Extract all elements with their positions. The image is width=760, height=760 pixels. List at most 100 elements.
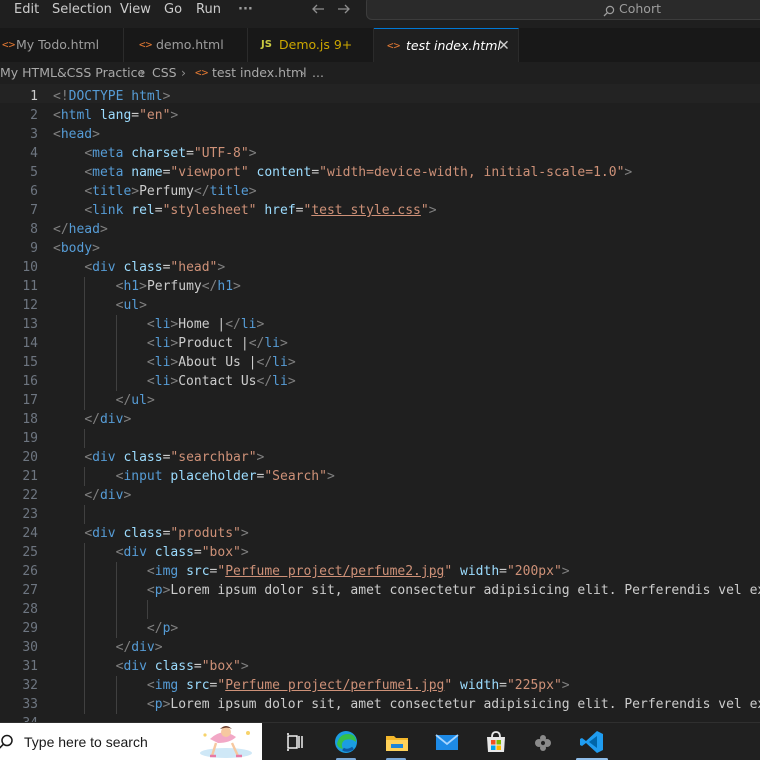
line-number: 7 — [30, 203, 38, 218]
html-file-icon: <> — [139, 38, 153, 51]
code-line[interactable]: <div class="box"> — [53, 543, 249, 562]
line-number: 16 — [22, 374, 38, 389]
breadcrumb-subfolder[interactable]: CSS — [152, 65, 177, 81]
indent-guide — [84, 429, 85, 448]
code-line[interactable]: <p>Lorem ipsum dolor sit, amet consectet… — [53, 695, 760, 714]
breadcrumb-file[interactable]: test index.html — [212, 65, 307, 81]
line-number: 14 — [22, 336, 38, 351]
html-file-icon: <> — [387, 39, 401, 52]
code-line[interactable]: <div class="head"> — [53, 258, 225, 277]
code-line[interactable]: <img src="Perfume project/perfume2.jpg" … — [53, 562, 570, 581]
code-line[interactable]: <html lang="en"> — [53, 106, 178, 125]
code-line[interactable]: <li>Product |</li> — [53, 334, 288, 353]
menu-selection[interactable]: Selection — [52, 1, 112, 19]
js-file-icon: JS — [261, 39, 272, 50]
code-line[interactable]: </p> — [53, 619, 178, 638]
forward-arrow-icon[interactable] — [337, 2, 351, 16]
microsoft-store-icon[interactable] — [481, 727, 511, 757]
line-number: 18 — [22, 412, 38, 427]
code-line[interactable]: <!DOCTYPE html> — [53, 87, 170, 106]
code-line[interactable]: <li>About Us |</li> — [53, 353, 296, 372]
chevron-right-icon: › — [181, 65, 186, 80]
code-line[interactable]: <link rel="stylesheet" href="test style.… — [53, 201, 436, 220]
code-line[interactable]: </head> — [53, 220, 108, 239]
close-icon[interactable]: ✕ — [498, 37, 510, 55]
title-bar: Edit Selection View Go Run ··· Cohort — [0, 0, 760, 28]
code-line[interactable]: <h1>Perfumy</h1> — [53, 277, 241, 296]
code-line[interactable]: <li>Home |</li> — [53, 315, 264, 334]
taskbar-search-placeholder: Type here to search — [24, 734, 148, 750]
line-number: 29 — [22, 621, 38, 636]
html-file-icon: <> — [195, 66, 209, 79]
vscode-window: { "menu": { "items": ["Edit", "Selection… — [0, 0, 760, 760]
windows-taskbar: Type here to search — [0, 722, 760, 760]
back-arrow-icon[interactable] — [311, 2, 325, 16]
line-number: 1 — [30, 89, 38, 104]
line-number: 8 — [30, 222, 38, 237]
line-number: 17 — [22, 393, 38, 408]
code-line[interactable]: <div class="box"> — [53, 657, 249, 676]
line-number: 25 — [22, 545, 38, 560]
tab-my-todo[interactable]: <> My Todo.html — [0, 28, 124, 62]
code-line[interactable]: <body> — [53, 239, 100, 258]
vscode-icon[interactable] — [577, 727, 607, 757]
task-view-icon[interactable] — [280, 727, 310, 757]
file-explorer-icon[interactable] — [382, 727, 412, 757]
indent-guide — [84, 600, 85, 619]
breadcrumb-more[interactable]: ... — [312, 65, 324, 81]
mail-icon[interactable] — [432, 727, 462, 757]
code-line[interactable]: <p>Lorem ipsum dolor sit, amet consectet… — [53, 581, 760, 600]
tab-demo-js[interactable]: JS Demo.js 9+ — [248, 28, 374, 62]
line-number: 28 — [22, 602, 38, 617]
search-highlight-illustration-icon — [196, 723, 262, 760]
indent-guide — [116, 600, 117, 619]
code-line[interactable]: <input placeholder="Search"> — [53, 467, 335, 486]
line-number: 9 — [30, 241, 38, 256]
menu-edit[interactable]: Edit — [14, 1, 39, 19]
tab-demo-html[interactable]: <> demo.html — [124, 28, 248, 62]
line-number: 31 — [22, 659, 38, 674]
tab-test-index[interactable]: <> test index.html ✕ — [374, 28, 519, 62]
code-line[interactable]: </div> — [53, 486, 131, 505]
menu-more[interactable]: ··· — [238, 1, 253, 19]
code-line[interactable]: <meta name="viewport" content="width=dev… — [53, 163, 632, 182]
line-number: 6 — [30, 184, 38, 199]
line-number: 13 — [22, 317, 38, 332]
chevron-right-icon: › — [140, 65, 145, 80]
code-line[interactable]: <meta charset="UTF-8"> — [53, 144, 256, 163]
code-line[interactable]: </div> — [53, 638, 163, 657]
edge-icon[interactable] — [331, 727, 361, 757]
tab-label: My Todo.html — [16, 37, 100, 52]
chevron-right-icon: › — [300, 65, 305, 80]
line-number: 2 — [30, 108, 38, 123]
taskbar-search-box[interactable]: Type here to search — [0, 723, 262, 760]
menu-go[interactable]: Go — [164, 1, 182, 19]
code-line[interactable]: <title>Perfumy</title> — [53, 182, 256, 201]
code-line[interactable]: </div> — [53, 410, 131, 429]
line-number: 34 — [0, 714, 38, 722]
menu-view[interactable]: View — [120, 1, 151, 19]
line-number: 26 — [22, 564, 38, 579]
breadcrumb-folder[interactable]: My HTML&CSS Practice — [0, 65, 145, 81]
code-line[interactable]: <li>Contact Us</li> — [53, 372, 296, 391]
game-icon[interactable] — [528, 727, 558, 757]
html-file-icon: <> — [2, 38, 16, 51]
indent-guide — [84, 505, 85, 524]
code-line[interactable]: <head> — [53, 125, 100, 144]
line-number: 5 — [30, 165, 38, 180]
code-line[interactable]: </ul> — [53, 391, 155, 410]
menu-run[interactable]: Run — [196, 1, 221, 19]
indent-guide — [147, 600, 148, 619]
line-number: 4 — [30, 146, 38, 161]
code-line[interactable]: <ul> — [53, 296, 147, 315]
command-center[interactable]: Cohort — [366, 0, 760, 20]
line-number: 20 — [22, 450, 38, 465]
code-line[interactable]: <div class="produts"> — [53, 524, 248, 543]
line-number: 21 — [22, 469, 38, 484]
code-editor[interactable]: 1 2 3 4 5 6 7 8 9 10 11 12 13 14 15 16 17 18 19 20 21 22 23 24 2… — [0, 84, 760, 722]
tab-label: Demo.js 9+ — [279, 37, 353, 52]
line-number: 33 — [22, 697, 38, 712]
code-line[interactable]: <div class="searchbar"> — [53, 448, 264, 467]
line-number: 15 — [22, 355, 38, 370]
code-line[interactable]: <img src="Perfume project/perfume1.jpg" … — [53, 676, 570, 695]
